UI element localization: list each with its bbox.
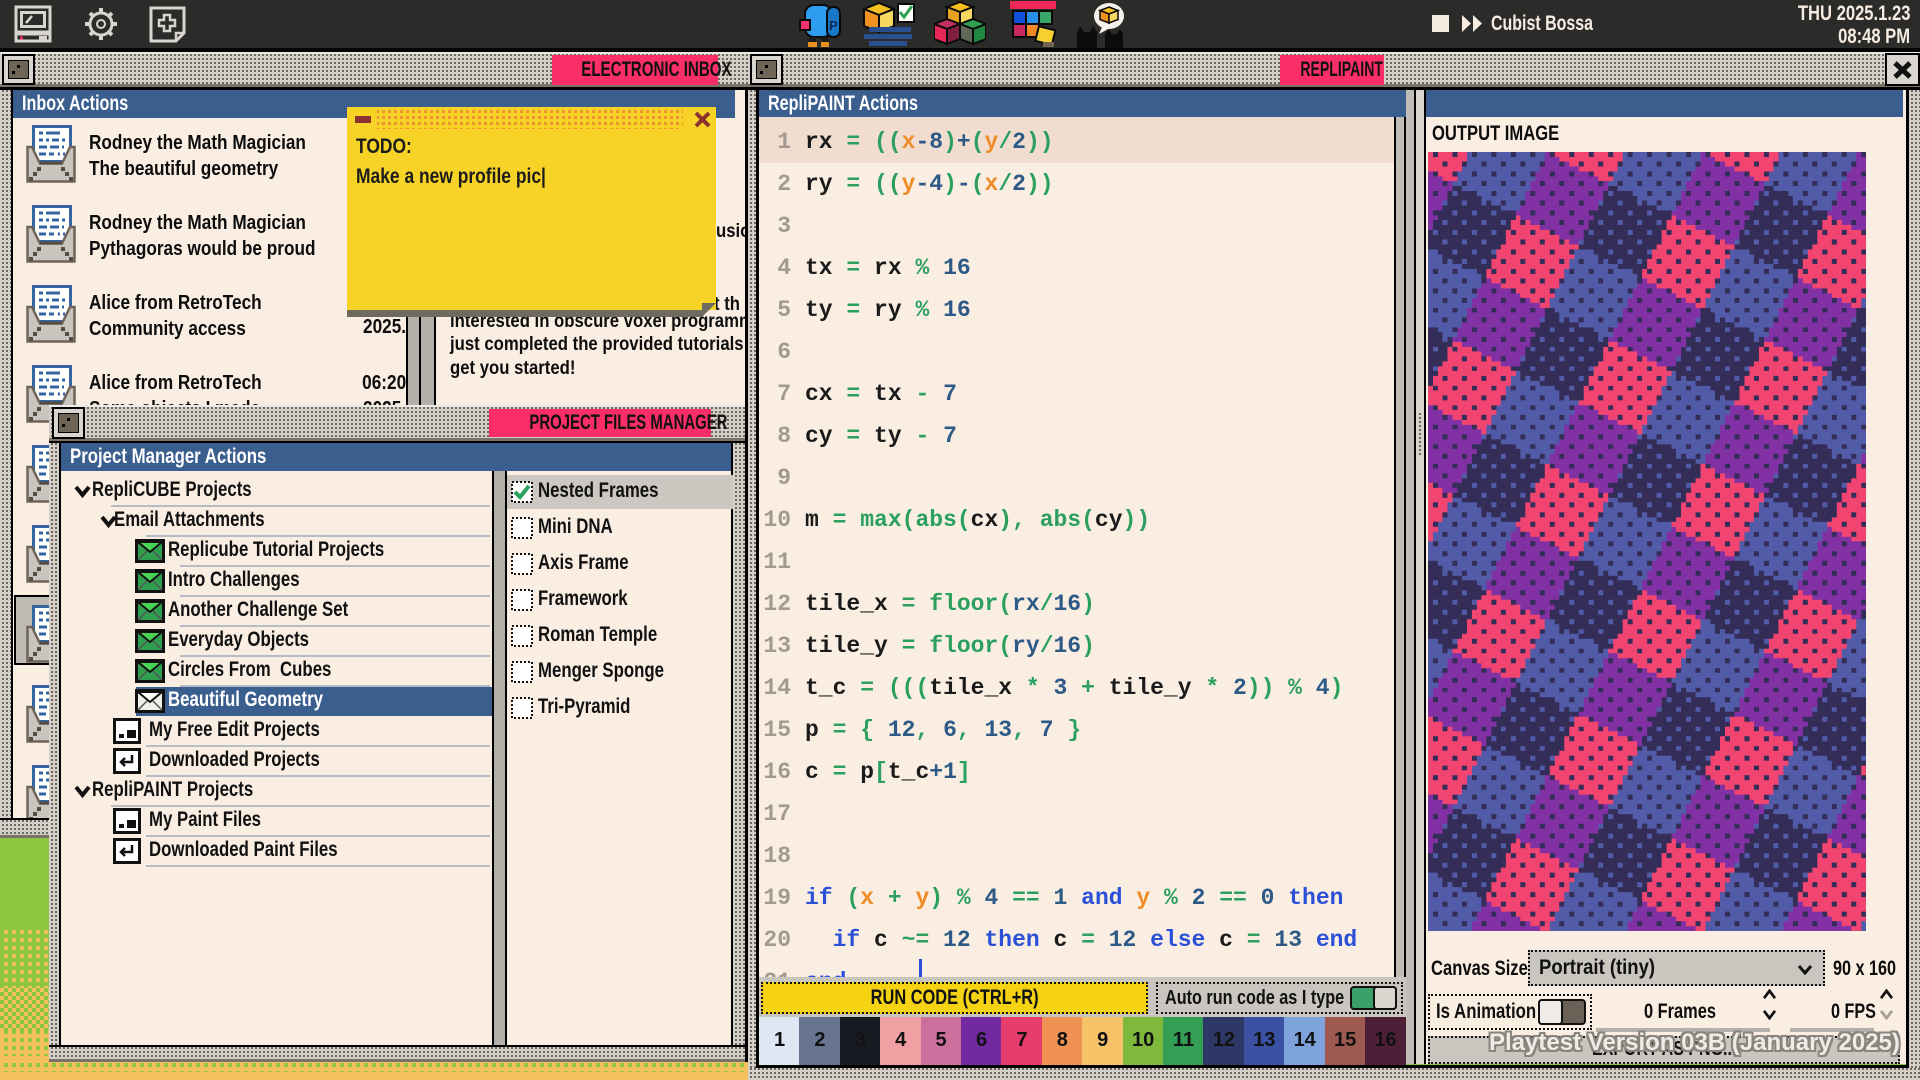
svg-text:P: P <box>829 18 838 33</box>
